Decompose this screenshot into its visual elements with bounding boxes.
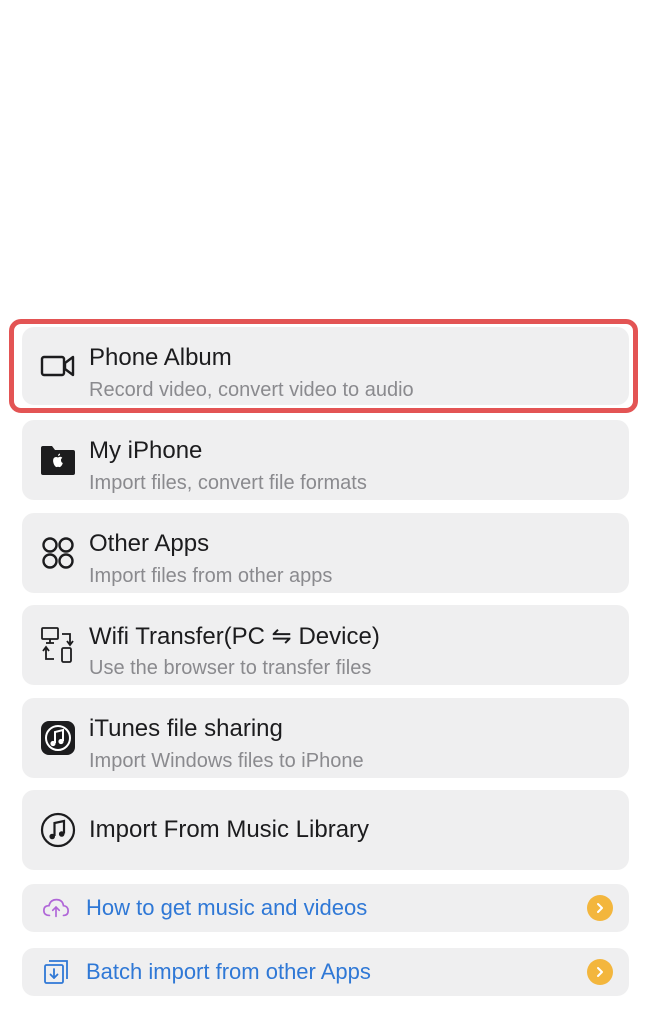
chevron-right-icon — [587, 959, 613, 985]
option-title: iTunes file sharing — [89, 715, 283, 742]
link-batch-import[interactable]: Batch import from other Apps — [22, 948, 629, 996]
command-icon — [40, 535, 76, 571]
option-subtitle: Import Windows files to iPhone — [89, 750, 364, 772]
option-my-iphone[interactable]: My iPhone Import files, convert file for… — [22, 420, 629, 500]
batch-import-icon — [42, 958, 70, 986]
link-label: Batch import from other Apps — [86, 959, 371, 984]
music-note-icon — [40, 812, 76, 848]
option-import-music-library[interactable]: Import From Music Library — [22, 790, 629, 870]
option-title: Other Apps — [89, 530, 210, 557]
option-title: My iPhone — [89, 437, 203, 464]
link-how-to-get-music[interactable]: How to get music and videos — [22, 884, 629, 932]
option-title: Import From Music Library — [89, 816, 370, 843]
option-title: Phone Album — [89, 344, 232, 371]
chevron-right-icon — [587, 895, 613, 921]
apple-folder-icon — [40, 442, 76, 478]
option-itunes-file-sharing[interactable]: iTunes file sharing Import Windows files… — [22, 698, 629, 778]
option-other-apps[interactable]: Other Apps Import files from other apps — [22, 513, 629, 593]
option-phone-album[interactable]: Phone Album Record video, convert video … — [22, 327, 629, 405]
link-label: How to get music and videos — [86, 895, 368, 920]
cloud-icon — [42, 894, 70, 922]
option-subtitle: Use the browser to transfer files — [89, 657, 372, 679]
video-camera-icon — [40, 348, 76, 384]
itunes-icon — [40, 720, 76, 756]
option-subtitle: Record video, convert video to audio — [89, 379, 414, 401]
option-title: Wifi Transfer(PC ⇋ Device) — [89, 623, 380, 650]
option-wifi-transfer[interactable]: Wifi Transfer(PC ⇋ Device) Use the brows… — [22, 605, 629, 685]
wifi-transfer-icon — [40, 627, 76, 663]
option-subtitle: Import files, convert file formats — [89, 472, 367, 494]
option-subtitle: Import files from other apps — [89, 565, 333, 587]
